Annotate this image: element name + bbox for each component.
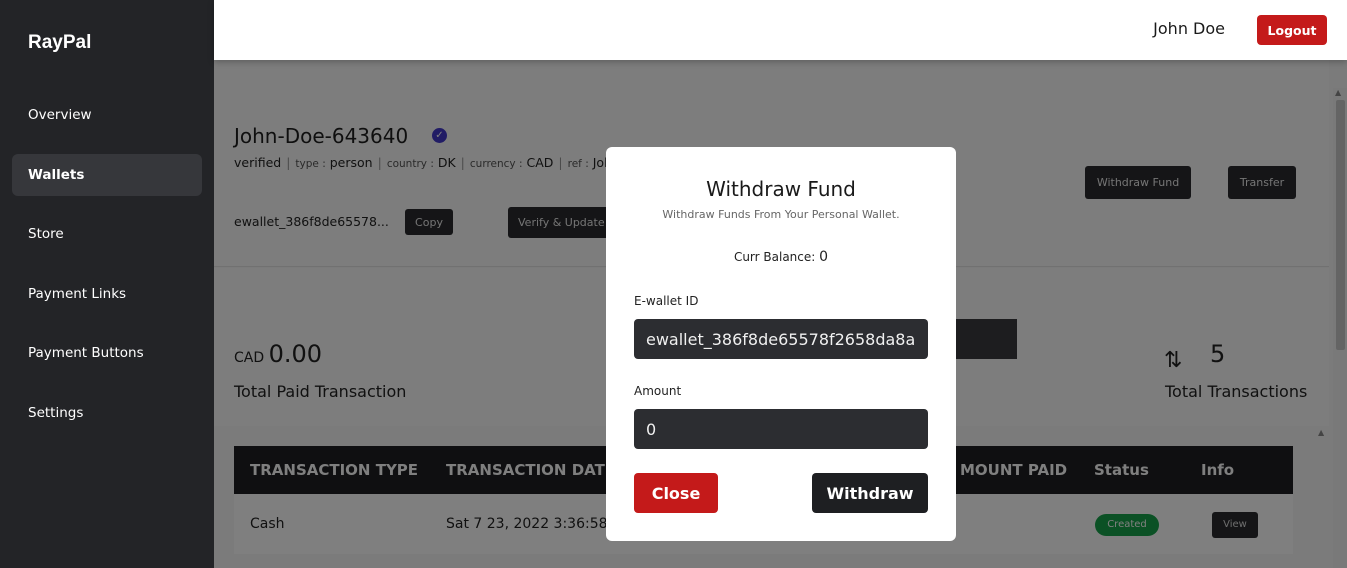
modal-title: Withdraw Fund <box>706 177 856 201</box>
top-bar: John Doe Logout <box>214 0 1347 60</box>
sidebar-item-wallets[interactable]: Wallets <box>12 154 202 196</box>
username: John Doe <box>1153 19 1225 38</box>
withdraw-button[interactable]: Withdraw <box>812 473 928 513</box>
logout-button[interactable]: Logout <box>1257 15 1327 45</box>
sidebar-item-payment-links[interactable]: Payment Links <box>12 273 202 315</box>
withdraw-modal: Withdraw Fund Withdraw Funds From Your P… <box>606 147 956 541</box>
sidebar-item-settings[interactable]: Settings <box>12 392 202 434</box>
modal-subtitle: Withdraw Funds From Your Personal Wallet… <box>662 208 900 221</box>
amount-input[interactable] <box>634 409 928 449</box>
sidebar-item-overview[interactable]: Overview <box>12 94 202 136</box>
brand-logo[interactable]: RayPal <box>28 32 91 54</box>
current-balance: Curr Balance: 0 <box>606 249 956 265</box>
sidebar-item-payment-buttons[interactable]: Payment Buttons <box>12 332 202 374</box>
close-button[interactable]: Close <box>634 473 718 513</box>
ewallet-id-input[interactable] <box>634 319 928 359</box>
sidebar-item-store[interactable]: Store <box>12 213 202 255</box>
balance-value: 0 <box>819 249 829 265</box>
sidebar: RayPal Overview Wallets Store Payment Li… <box>0 0 214 568</box>
balance-label: Curr Balance: <box>733 250 816 264</box>
amount-label: Amount <box>634 384 682 398</box>
ewallet-label: E-wallet ID <box>634 294 699 308</box>
